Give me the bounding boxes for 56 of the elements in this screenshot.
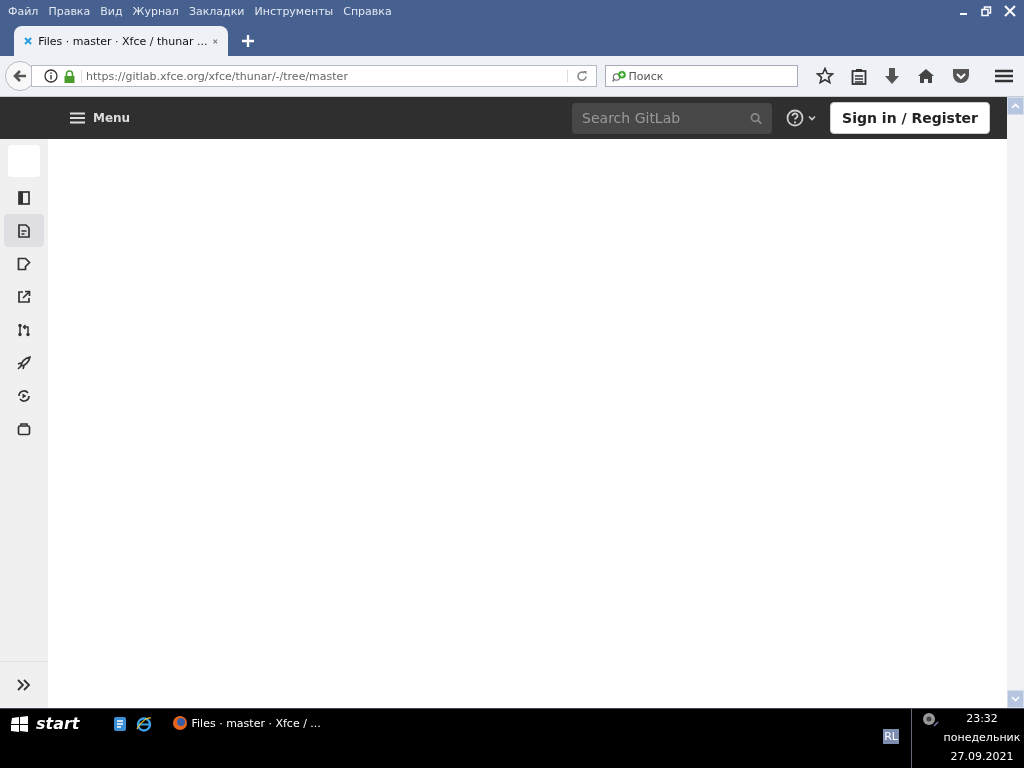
- merge-request-icon: [17, 322, 31, 337]
- menu-item[interactable]: Вид: [100, 4, 123, 18]
- browser-logo-icon: [171, 715, 188, 731]
- close-icon[interactable]: [1004, 5, 1016, 17]
- browser-e-icon[interactable]: [135, 716, 152, 732]
- start-button[interactable]: start: [0, 709, 90, 738]
- search-icon: [749, 111, 763, 125]
- language-indicator[interactable]: RL: [883, 729, 899, 744]
- home-icon[interactable]: [917, 68, 935, 84]
- clock-time: 23:32: [966, 711, 998, 727]
- book-icon: [17, 190, 31, 205]
- restore-icon[interactable]: [981, 5, 992, 17]
- info-icon[interactable]: [44, 69, 58, 83]
- search-field[interactable]: Поиск: [628, 69, 791, 83]
- back-arrow-icon: [12, 68, 28, 84]
- play-circle-icon: [17, 388, 31, 403]
- search-field[interactable]: Search GitLab: [582, 110, 750, 126]
- menu-item[interactable]: Инструменты: [254, 4, 334, 18]
- document-icon[interactable]: [111, 716, 128, 732]
- clock-date: 27.09.2021: [950, 749, 1014, 765]
- chevron-up-icon: [1011, 103, 1020, 109]
- menu-item[interactable]: Закладки: [188, 4, 245, 18]
- pocket-icon[interactable]: [952, 68, 970, 84]
- clock-day: понедельник: [943, 728, 1021, 747]
- menu-item[interactable]: Файл: [8, 4, 39, 18]
- menu-item[interactable]: Справка: [343, 4, 392, 18]
- rocket-icon: [17, 355, 31, 370]
- double-chevron-icon: [17, 679, 31, 691]
- url-field[interactable]: https://gitlab.xfce.org/xfce/thunar/-/tree/master: [31, 65, 597, 87]
- document-icon: [17, 223, 31, 238]
- plus-icon[interactable]: [242, 35, 254, 47]
- sign-in-button[interactable]: Sign in / Register: [830, 102, 990, 134]
- lock-icon: [64, 69, 75, 83]
- clipboard-icon[interactable]: [851, 67, 867, 85]
- download-icon[interactable]: [884, 67, 900, 85]
- chevron-down-icon: [1011, 696, 1020, 702]
- search-box[interactable]: Поиск: [605, 65, 798, 87]
- taskbar-button[interactable]: Files · master · Xfce / ...: [171, 715, 321, 731]
- menu-item[interactable]: Правка: [48, 4, 91, 18]
- package-icon: [17, 421, 31, 436]
- label-icon: [17, 256, 31, 271]
- sidebar-item[interactable]: [4, 214, 44, 247]
- search-box[interactable]: Search GitLab: [572, 102, 773, 134]
- windows-logo-icon: [10, 714, 30, 733]
- external-link-icon: [17, 289, 31, 304]
- speaker-icon[interactable]: [922, 712, 940, 728]
- help-button[interactable]: [786, 109, 817, 127]
- menu-button[interactable]: Menu: [70, 111, 131, 125]
- menu-item[interactable]: Журнал: [132, 4, 179, 18]
- star-icon[interactable]: [816, 67, 834, 85]
- close-icon[interactable]: [213, 36, 218, 46]
- search-icon: [612, 69, 627, 83]
- browser-tab[interactable]: Files · master · Xfce / thunar ...: [14, 26, 228, 56]
- reload-icon[interactable]: [567, 70, 588, 82]
- menu-icon: [70, 112, 85, 124]
- menu-icon[interactable]: [995, 69, 1013, 83]
